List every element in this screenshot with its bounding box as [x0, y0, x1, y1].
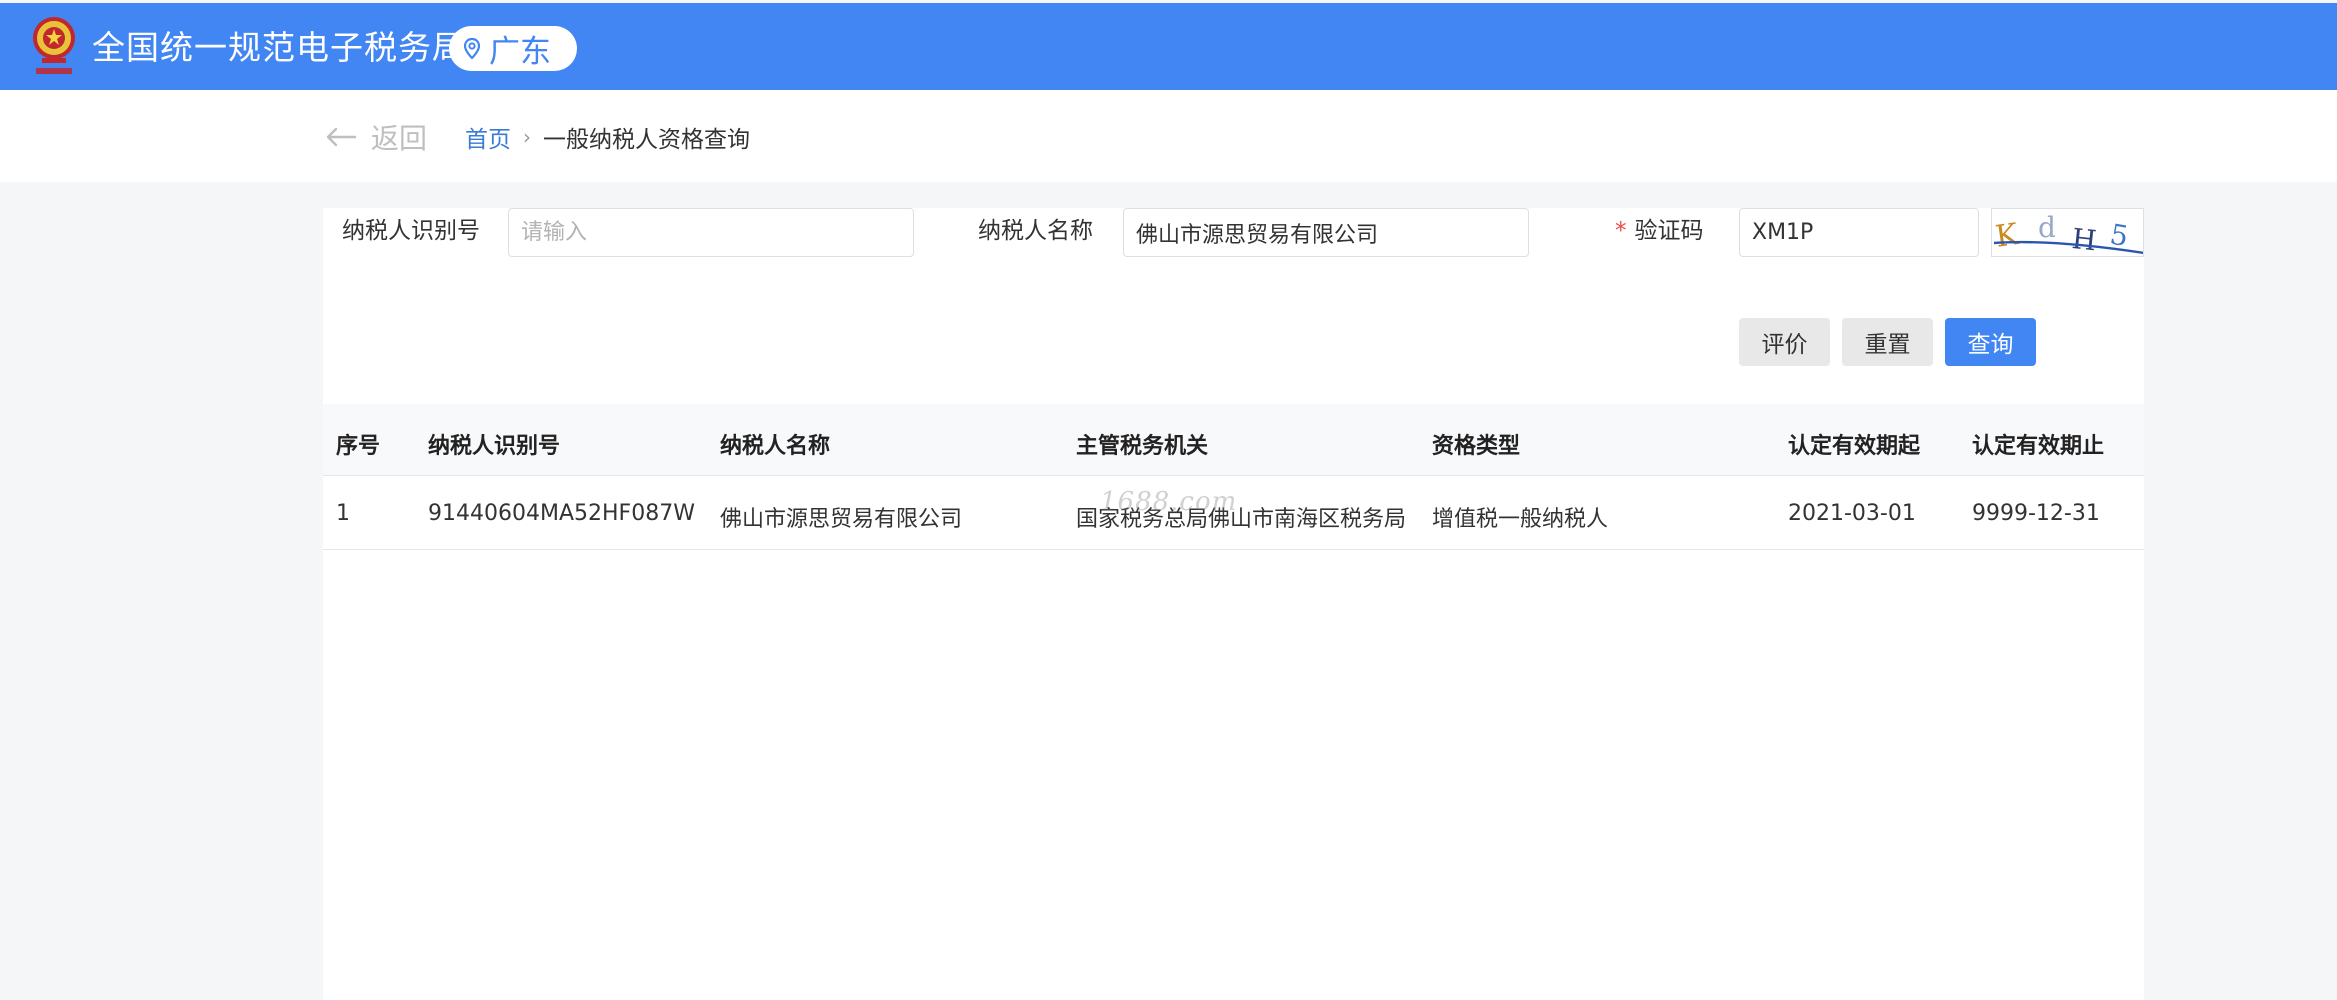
- location-pin-icon: [463, 37, 481, 60]
- region-selector[interactable]: 广东: [449, 26, 577, 71]
- table-cell: 91440604MA52HF087W: [428, 501, 695, 526]
- query-button[interactable]: 查询: [1945, 318, 2036, 366]
- region-label: 广东: [489, 34, 551, 70]
- captcha-char-1: K: [1993, 217, 2021, 255]
- back-label: 返回: [371, 122, 428, 155]
- table-cell: 增值税一般纳税人: [1432, 507, 1609, 532]
- column-header: 认定有效期止: [1972, 434, 2105, 459]
- breadcrumb: 首页 › 一般纳税人资格查询: [465, 120, 750, 154]
- column-header: 序号: [336, 434, 381, 459]
- table-cell: 佛山市源思贸易有限公司: [720, 507, 963, 532]
- table-cell: 9999-12-31: [1972, 501, 2100, 526]
- captcha-glyphs: K d H 5: [1993, 211, 2143, 257]
- column-header: 主管税务机关: [1076, 434, 1209, 459]
- column-header: 纳税人识别号: [428, 434, 561, 459]
- watermark: 1688.com: [1100, 487, 1238, 517]
- taxpayer-name-label: 纳税人名称: [978, 218, 1093, 244]
- breadcrumb-current: 一般纳税人资格查询: [543, 127, 750, 153]
- taxpayer-id-input[interactable]: [508, 208, 914, 257]
- table-cell: 1: [336, 501, 350, 526]
- breadcrumb-home-link[interactable]: 首页: [465, 120, 511, 154]
- taxpayer-id-label: 纳税人识别号: [342, 218, 480, 244]
- column-header: 纳税人名称: [720, 434, 831, 459]
- captcha-label: 验证码: [1634, 218, 1704, 244]
- reset-button[interactable]: 重置: [1842, 318, 1933, 366]
- captcha-label-group: * 验证码: [1615, 216, 1704, 246]
- captcha-image[interactable]: K d H 5: [1991, 208, 2144, 257]
- arrow-left-icon: [326, 127, 357, 147]
- tax-emblem-icon: [33, 17, 75, 74]
- back-button[interactable]: 返回: [325, 118, 427, 156]
- column-header: 资格类型: [1432, 434, 1521, 459]
- site-title: 全国统一规范电子税务局: [92, 28, 466, 67]
- results-table-header: 序号 纳税人识别号 纳税人名称 主管税务机关 资格类型 认定有效期起 认定有效期…: [323, 404, 2144, 476]
- captcha-input[interactable]: [1739, 208, 1979, 257]
- chevron-right-icon: ›: [523, 125, 531, 149]
- captcha-char-3: H: [2070, 222, 2098, 257]
- evaluate-button[interactable]: 评价: [1739, 318, 1830, 366]
- taxpayer-name-input[interactable]: [1123, 208, 1529, 257]
- column-header: 认定有效期起: [1788, 434, 1921, 459]
- required-asterisk: *: [1615, 218, 1627, 244]
- top-header-bar: 全国统一规范电子税务局 广东: [0, 3, 2337, 90]
- table-cell: 2021-03-01: [1788, 501, 1916, 526]
- captcha-char-2: d: [2038, 211, 2056, 244]
